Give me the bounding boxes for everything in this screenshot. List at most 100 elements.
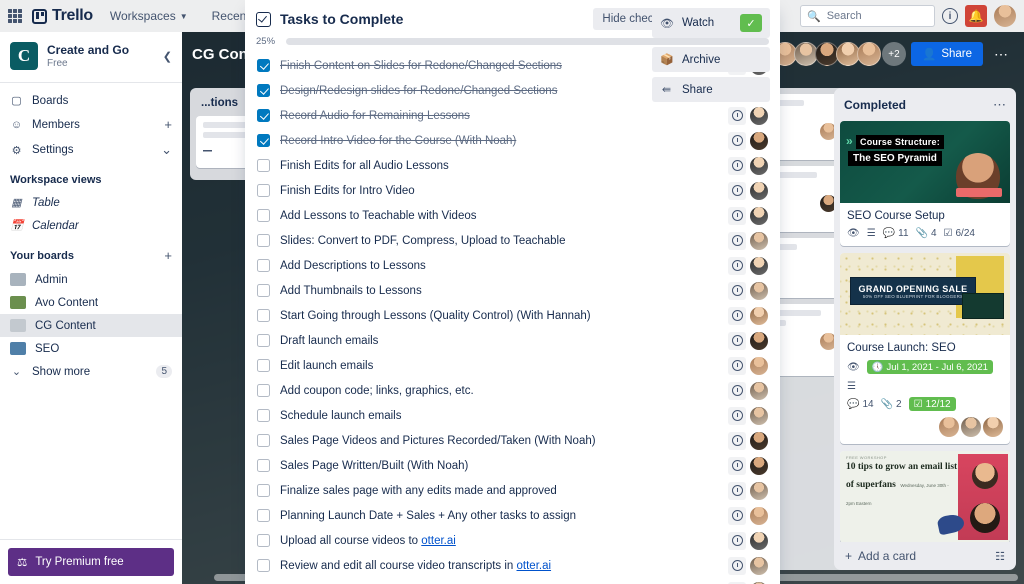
due-date-icon[interactable] [728, 381, 746, 400]
add-member-icon[interactable]: + [164, 117, 172, 132]
due-date-icon[interactable] [728, 306, 746, 325]
checklist-item-label[interactable]: Review and edit all course video transcr… [280, 560, 718, 572]
checklist-item-label[interactable]: Add Descriptions to Lessons [280, 260, 718, 272]
card-seo-course-setup[interactable]: » Course Structure: The SEO Pyramid SEO … [840, 121, 1010, 246]
checklist-item[interactable]: Add Lessons to Teachable with Videos [249, 203, 776, 228]
board-menu-button[interactable]: ⋯ [988, 43, 1014, 66]
due-date-icon[interactable] [728, 106, 746, 125]
checklist-item[interactable]: Upload all course video transcripts to T… [249, 578, 776, 584]
checklist-item-label[interactable]: Record Intro Video for the Course (With … [280, 135, 718, 147]
avatar[interactable] [994, 5, 1016, 27]
create-board-icon[interactable]: + [164, 248, 172, 263]
template-card-icon[interactable]: ☷ [995, 550, 1005, 563]
card-email-list-tips[interactable]: FREE WORKSHOP 10 tips to grow an email l… [840, 451, 1010, 542]
avatar[interactable] [983, 417, 1003, 437]
checklist-item-checkbox[interactable] [257, 459, 270, 472]
checklist-item-label[interactable]: Sales Page Written/Built (With Noah) [280, 460, 718, 472]
sidebar-board-avo-content[interactable]: Avo Content [0, 291, 182, 314]
avatar[interactable] [750, 281, 768, 300]
avatar[interactable] [750, 456, 768, 475]
checklist-item-label[interactable]: Add Lessons to Teachable with Videos [280, 210, 718, 222]
checklist-item[interactable]: Finalize sales page with any edits made … [249, 478, 776, 503]
checklist-item[interactable]: Edit launch emails [249, 353, 776, 378]
avatar[interactable] [750, 306, 768, 325]
avatar[interactable] [750, 206, 768, 225]
checklist-item[interactable]: Finish Edits for Intro Video [249, 178, 776, 203]
checklist-item[interactable]: Finish Edits for all Audio Lessons [249, 153, 776, 178]
due-date-icon[interactable] [728, 481, 746, 500]
sidebar-board-cg-content[interactable]: CG Content [0, 314, 182, 337]
info-icon[interactable]: i [942, 8, 958, 24]
avatar[interactable] [750, 156, 768, 175]
checklist-item-label[interactable]: Add coupon code; links, graphics, etc. [280, 385, 718, 397]
checklist-item-checkbox[interactable] [257, 309, 270, 322]
due-date-badge[interactable]: 🕔 Jul 1, 2021 - Jul 6, 2021 [866, 360, 993, 374]
due-date-icon[interactable] [728, 256, 746, 275]
checklist-item-checkbox[interactable] [257, 59, 270, 72]
checklist-item-label[interactable]: Planning Launch Date + Sales + Any other… [280, 510, 718, 522]
checklist-item[interactable]: Review and edit all course video transcr… [249, 553, 776, 578]
checklist-item[interactable]: Add Thumbnails to Lessons [249, 278, 776, 303]
checklist-item[interactable]: Slides: Convert to PDF, Compress, Upload… [249, 228, 776, 253]
checklist-item-label[interactable]: Finish Edits for all Audio Lessons [280, 160, 718, 172]
checklist-item-checkbox[interactable] [257, 234, 270, 247]
avatar[interactable] [961, 417, 981, 437]
sidebar-item-table[interactable]: ▦ Table [0, 191, 182, 214]
avatar[interactable] [750, 331, 768, 350]
checklist-item-label[interactable]: Sales Page Videos and Pictures Recorded/… [280, 435, 718, 447]
sidebar-item-boards[interactable]: ▢ Boards [0, 89, 182, 112]
checklist-item-checkbox[interactable] [257, 259, 270, 272]
sidebar-board-admin[interactable]: Admin [0, 268, 182, 291]
avatar[interactable] [750, 381, 768, 400]
due-date-icon[interactable] [728, 406, 746, 425]
sidebar-item-calendar[interactable]: 📅 Calendar [0, 214, 182, 237]
due-date-icon[interactable] [728, 431, 746, 450]
checklist-item-checkbox[interactable] [257, 359, 270, 372]
due-date-icon[interactable] [728, 206, 746, 225]
sidebar-item-settings[interactable]: ⚙ Settings ⌄ [0, 137, 182, 163]
sidebar-show-more[interactable]: ⌄ Show more 5 [0, 360, 182, 383]
archive-button[interactable]: 📦 Archive [652, 47, 770, 72]
try-premium-button[interactable]: ⚖ Try Premium free [8, 548, 174, 576]
checklist-item[interactable]: Add Descriptions to Lessons [249, 253, 776, 278]
checklist-item-label[interactable]: Schedule launch emails [280, 410, 718, 422]
checklist-item[interactable]: Schedule launch emails [249, 403, 776, 428]
checklist-item-checkbox[interactable] [257, 84, 270, 97]
due-date-icon[interactable] [728, 331, 746, 350]
avatar[interactable] [750, 131, 768, 150]
list-menu-button[interactable]: ⋯ [993, 97, 1006, 113]
avatar[interactable] [750, 481, 768, 500]
checklist-item-label[interactable]: Draft launch emails [280, 335, 718, 347]
checklist-item-link[interactable]: otter.ai [517, 560, 552, 572]
checklist-item-checkbox[interactable] [257, 334, 270, 347]
checklist-item-label[interactable]: Record Audio for Remaining Lessons [280, 110, 718, 122]
checklist-item-label[interactable]: Upload all course videos to otter.ai [280, 535, 718, 547]
avatar[interactable] [750, 556, 768, 575]
add-card-button[interactable]: + Add a card ☷ [840, 542, 1010, 570]
checklist-item-checkbox[interactable] [257, 559, 270, 572]
due-date-icon[interactable] [728, 506, 746, 525]
sidebar-board-seo[interactable]: SEO [0, 337, 182, 360]
avatar[interactable] [750, 106, 768, 125]
checklist-item-checkbox[interactable] [257, 384, 270, 397]
sidebar-item-members[interactable]: ☺ Members + [0, 112, 182, 137]
checklist-item[interactable]: Record Intro Video for the Course (With … [249, 128, 776, 153]
sidebar-collapse-button[interactable]: ❮ [163, 50, 172, 63]
checklist-item[interactable]: Add coupon code; links, graphics, etc. [249, 378, 776, 403]
members-overflow[interactable]: +2 [881, 42, 906, 66]
checklist-item-label[interactable]: Edit launch emails [280, 360, 718, 372]
due-date-icon[interactable] [728, 531, 746, 550]
checklist-item-link[interactable]: otter.ai [421, 535, 456, 547]
checklist-item[interactable]: Draft launch emails [249, 328, 776, 353]
checklist-item-label[interactable]: Finish Edits for Intro Video [280, 185, 718, 197]
due-date-icon[interactable] [728, 131, 746, 150]
due-date-icon[interactable] [728, 456, 746, 475]
watch-button[interactable]: 👁 Watch ✓ [652, 8, 770, 38]
share-button[interactable]: ⇚ Share [652, 77, 770, 102]
avatar[interactable] [750, 531, 768, 550]
checklist-item-checkbox[interactable] [257, 284, 270, 297]
avatar[interactable] [750, 431, 768, 450]
avatar[interactable] [750, 256, 768, 275]
checklist-item-label[interactable]: Slides: Convert to PDF, Compress, Upload… [280, 235, 718, 247]
avatar[interactable] [856, 42, 881, 66]
